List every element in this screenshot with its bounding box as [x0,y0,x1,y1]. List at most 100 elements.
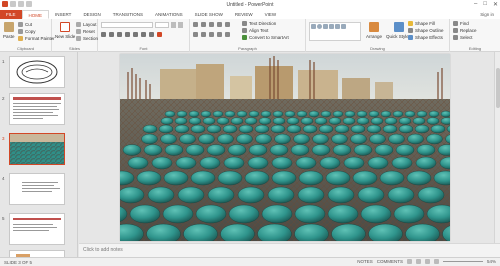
notes-toggle[interactable]: NOTES [357,259,373,264]
dome-form [127,156,149,170]
brush-icon [18,36,23,41]
dome-form [222,124,238,134]
dome-form [293,133,310,145]
minimize-button[interactable]: – [474,1,477,8]
select-button[interactable]: Select [453,35,473,40]
section-button[interactable]: Section [76,36,98,41]
dome-form [286,124,302,134]
slide-canvas[interactable] [96,54,477,245]
zoom-level[interactable]: 54% [487,259,496,264]
change-case-icon[interactable] [149,32,154,37]
clipboard-group: Paste Cut Copy Format Painter Clipboard [0,19,55,52]
cut-button[interactable]: Cut [18,22,32,27]
smartart-button[interactable]: Convert to SmartArt [242,35,289,40]
dome-form [392,110,404,118]
shapes-gallery[interactable] [309,22,361,41]
dome-form [164,144,184,156]
slide-thumbnail-5[interactable] [9,213,65,245]
font-name-select[interactable] [101,22,153,28]
vertical-scrollbar[interactable] [494,52,500,243]
dome-form [216,117,230,125]
scrollbar-thumb[interactable] [496,68,500,108]
dome-form [417,186,445,204]
slide-thumbnail-2[interactable] [9,93,65,125]
dome-form [236,110,248,118]
dome-form [380,110,392,118]
align-center-icon[interactable] [201,32,206,37]
triangle-shape-icon[interactable] [335,24,340,29]
sign-in-link[interactable]: Sign in [480,12,500,17]
dome-form [379,170,405,186]
paste-button[interactable]: Paste [3,22,15,39]
reset-button[interactable]: Reset [76,29,95,34]
numbering-icon[interactable] [201,22,206,27]
slideshow-icon[interactable] [433,259,439,264]
font-color-icon[interactable] [157,32,162,37]
align-text-button[interactable]: Align Text [242,28,268,33]
format-painter-button[interactable]: Format Painter [18,36,55,41]
find-button[interactable]: Find [453,21,469,26]
tab-slide-show[interactable]: SLIDE SHOW [189,10,229,19]
textbox-shape-icon[interactable] [341,24,346,29]
dome-form [206,144,226,156]
thumb-text-line [22,185,54,186]
tab-review[interactable]: REVIEW [229,10,259,19]
rectangle-shape-icon[interactable] [311,24,316,29]
tab-insert[interactable]: INSERT [49,10,77,19]
char-spacing-icon[interactable] [141,32,146,37]
strikethrough-icon[interactable] [125,32,130,37]
underline-icon[interactable] [117,32,122,37]
copy-button[interactable]: Copy [18,29,36,34]
close-button[interactable]: ✕ [493,1,498,8]
bullets-icon[interactable] [193,22,198,27]
italic-icon[interactable] [109,32,114,37]
layout-button[interactable]: Layout [76,22,97,27]
line-spacing-icon[interactable] [225,22,230,27]
tab-design[interactable]: DESIGN [77,10,106,19]
shadow-icon[interactable] [133,32,138,37]
shape-fill-button[interactable]: Shape Fill [408,21,435,26]
align-right-icon[interactable] [209,32,214,37]
align-left-icon[interactable] [193,32,198,37]
slide-thumbnail-4[interactable] [9,173,65,205]
tab-home[interactable]: HOME [21,10,50,19]
dome-form [328,117,342,125]
normal-view-icon[interactable] [406,259,412,264]
arrange-button[interactable]: Arrange [366,22,382,39]
shrink-font-icon[interactable] [178,22,183,28]
new-slide-button[interactable]: New Slide [55,22,75,39]
comments-toggle[interactable]: COMMENTS [377,259,403,264]
dome-form [430,124,446,134]
slide-sorter-icon[interactable] [415,259,421,264]
zoom-slider[interactable] [442,261,483,262]
grow-font-icon[interactable] [171,22,176,28]
tab-animations[interactable]: ANIMATIONS [149,10,189,19]
line-shape-icon[interactable] [323,24,328,29]
dome-form [398,124,414,134]
decrease-indent-icon[interactable] [209,22,214,27]
paragraph-list-row [193,22,230,27]
tab-transitions[interactable]: TRANSITIONS [107,10,149,19]
shape-outline-button[interactable]: Shape Outline [408,28,444,33]
maximize-button[interactable]: □ [483,1,487,8]
tab-view[interactable]: VIEW [259,10,283,19]
font-size-select[interactable] [155,22,169,28]
replace-button[interactable]: Replace [453,28,477,33]
dome-form [296,110,308,118]
oval-shape-icon[interactable] [317,24,322,29]
notes-pane[interactable]: Click to add notes [79,243,500,257]
tab-file[interactable]: FILE [0,10,22,19]
dome-form [255,133,272,145]
justify-icon[interactable] [217,32,222,37]
slide-thumbnail-1[interactable] [9,56,65,88]
slide-thumbnail-3[interactable] [9,133,65,165]
thumb-number: 4 [2,176,5,181]
dome-form [158,124,174,134]
reading-view-icon[interactable] [424,259,430,264]
arrow-shape-icon[interactable] [329,24,334,29]
shape-effects-button[interactable]: Shape Effects [408,35,443,40]
columns-icon[interactable] [225,32,230,37]
bold-icon[interactable] [101,32,106,37]
text-direction-button[interactable]: Text Direction [242,21,276,26]
increase-indent-icon[interactable] [217,22,222,27]
